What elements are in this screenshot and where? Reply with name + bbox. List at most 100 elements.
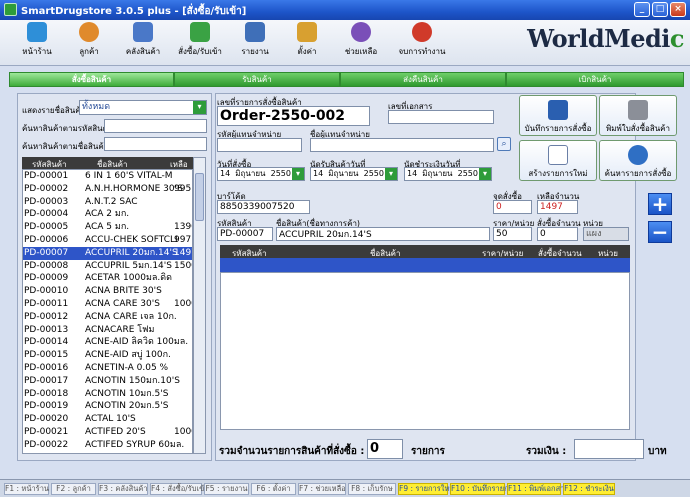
list-item-code: PD-00018 <box>24 388 69 399</box>
tab-return[interactable]: ส่งคืนสินค้า <box>340 72 506 87</box>
exit-icon <box>412 22 432 42</box>
toolbar-reports-button[interactable]: รายงาน <box>232 22 278 62</box>
list-item-code: PD-00003 <box>24 196 69 207</box>
list-item[interactable]: PD-00015 ACNE-AID สบู่ 100ก. <box>23 349 192 362</box>
pay-date-picker[interactable]: 14 มิถุนายน 2550 ▾ <box>404 167 492 181</box>
price-input[interactable] <box>493 227 532 241</box>
toolbar-inventory-button[interactable]: คลังสินค้า <box>118 22 168 62</box>
close-button[interactable]: × <box>670 2 686 17</box>
tab-receive[interactable]: รับสินค้า <box>174 72 340 87</box>
product-list-scrollbar[interactable] <box>193 157 206 454</box>
list-item[interactable]: PD-00006 ACCU-CHEK SOFTCLI 997 <box>23 234 192 247</box>
list-item[interactable]: PD-00022 ACTIFED SYRUP 60มล. <box>23 439 192 452</box>
function-key-f5[interactable]: F5 : รายงาน <box>204 483 249 495</box>
toolbar-help-button[interactable]: ช่วยเหลือ <box>336 22 386 62</box>
list-item[interactable]: PD-00001 6 IN 1 60'S VITAL-M <box>23 170 192 183</box>
list-item[interactable]: PD-00014 ACNE-AID ลิควิด 100มล. <box>23 336 192 349</box>
total-money-label: รวมเงิน : <box>526 446 567 457</box>
title-bar: SmartDrugstore 3.0.5 plus - [สั่งซื้อ/รั… <box>0 0 690 20</box>
order-no-field[interactable]: Order-2550-002 <box>217 106 370 126</box>
save-order-button[interactable]: บันทึกรายการสั่งซื้อ <box>519 95 597 136</box>
list-item-name: ACNOTIN 10มก.5'S <box>85 388 169 399</box>
list-item[interactable]: PD-00010 ACNA BRITE 30'S <box>23 285 192 298</box>
toolbar-purchase-button[interactable]: สั่งซื้อ/รับเข้า <box>172 22 228 62</box>
list-item-code: PD-00013 <box>24 324 69 335</box>
function-key-f8[interactable]: F8 : เก็บรักษ <box>348 483 396 495</box>
order-grid-body[interactable] <box>220 272 630 430</box>
list-item-name: ACNA CARE เจล 10ก. <box>85 311 177 322</box>
calendar-dropdown-icon[interactable]: ▾ <box>385 168 397 180</box>
function-key-f7[interactable]: F7 : ช่วยเหลือ <box>298 483 346 495</box>
search-order-button[interactable]: ค้นหารายการสั่งซื้อ <box>599 140 677 181</box>
function-key-f10[interactable]: F10 : บันทึกรายการ <box>450 483 517 495</box>
list-item[interactable]: PD-00019 ACNOTIN 20มก.5'S <box>23 400 192 413</box>
new-order-button[interactable]: สร้างรายการใหม่ <box>519 140 597 181</box>
toolbar-settings-button[interactable]: ตั้งค่า <box>284 22 330 62</box>
chevron-down-icon[interactable]: ▾ <box>193 101 206 114</box>
code-input[interactable] <box>217 227 273 241</box>
list-item[interactable]: PD-00011 ACNA CARE 30'S 1000 <box>23 298 192 311</box>
list-item[interactable]: PD-00016 ACNETIN-A 0.05 % <box>23 362 192 375</box>
maximize-button[interactable]: □ <box>652 2 668 17</box>
list-item[interactable]: PD-00017 ACNOTIN 150มก.10'S <box>23 375 192 388</box>
minus-icon: − <box>651 220 669 244</box>
total-items-label: รวมจำนวนรายการสินค้าที่สั่งซื้อ : <box>219 446 365 457</box>
scroll-thumb[interactable] <box>195 173 204 221</box>
qty-input[interactable] <box>537 227 578 241</box>
toolbar-customers-button[interactable]: ลูกค้า <box>66 22 112 62</box>
list-item-code: PD-00020 <box>24 414 69 425</box>
function-key-f12[interactable]: F12 : ชำระเงิน <box>563 483 615 495</box>
receive-date-picker[interactable]: 14 มิถุนายน 2550 ▾ <box>310 167 398 181</box>
tab-purchase-order[interactable]: สั่งซื้อสินค้า <box>9 72 174 87</box>
agent-code-input[interactable] <box>217 138 302 152</box>
list-item-qty: 1500 <box>174 260 192 271</box>
app-icon <box>4 3 17 16</box>
function-key-f2[interactable]: F2 : ลูกค้า <box>51 483 96 495</box>
total-money-field <box>574 439 644 459</box>
toolbar-exit-button[interactable]: จบการทำงาน <box>394 22 450 62</box>
barcode-input[interactable] <box>217 200 310 214</box>
calendar-dropdown-icon[interactable]: ▾ <box>292 168 304 180</box>
list-item[interactable]: PD-00018 ACNOTIN 10มก.5'S <box>23 388 192 401</box>
product-list[interactable]: PD-00001 6 IN 1 60'S VITAL-M PD-00002 A.N.H… <box>22 169 193 454</box>
search-icon: ⌕ <box>501 139 507 149</box>
minimize-button[interactable]: _ <box>634 2 650 17</box>
calendar-dropdown-icon[interactable]: ▾ <box>479 168 491 180</box>
list-item[interactable]: PD-00005 ACA 5 มก. 1396 <box>23 221 192 234</box>
reorder-field: 0 <box>493 200 532 214</box>
function-key-f9[interactable]: F9 : รายการใหม่ <box>398 483 454 495</box>
function-key-f1[interactable]: F1 : หน้าร้าน <box>4 483 49 495</box>
window-title: SmartDrugstore 3.0.5 plus - [สั่งซื้อ/รั… <box>21 6 247 17</box>
list-item[interactable]: PD-00020 ACTAL 10'S <box>23 413 192 426</box>
function-key-f6[interactable]: F6 : ตั้งค่า <box>251 483 296 495</box>
add-item-button[interactable]: + <box>648 193 672 215</box>
help-icon <box>351 22 371 42</box>
list-item[interactable]: PD-00021 ACTIFED 20'S 1000 <box>23 426 192 439</box>
list-item[interactable]: PD-00007 ACCUPRIL 20มก.14'S1497 <box>23 246 192 260</box>
function-key-f11[interactable]: F11 : พิมพ์เอกสาร <box>507 483 568 495</box>
category-select[interactable]: ทั้งหมด ▾ <box>79 100 207 115</box>
list-item[interactable]: PD-00003 A.N.T.2 SAC <box>23 196 192 209</box>
order-grid-selected-row[interactable] <box>220 258 630 272</box>
list-item[interactable]: PD-00009 ACETAR 1000มล.ดิด <box>23 272 192 285</box>
list-item[interactable]: PD-00002 A.N.H.HORMONE 30'S 995 <box>23 183 192 196</box>
print-order-button[interactable]: พิมพ์ใบสั่งซื้อสินค้า <box>599 95 677 136</box>
search-code-input[interactable] <box>104 119 207 133</box>
list-item[interactable]: PD-00012 ACNA CARE เจล 10ก. <box>23 311 192 324</box>
doc-no-input[interactable] <box>388 110 494 124</box>
list-item[interactable]: PD-00013 ACNACARE โฟม <box>23 324 192 337</box>
list-item[interactable]: PD-00004 ACA 2 มก. <box>23 208 192 221</box>
agent-search-button[interactable]: ⌕ <box>497 137 511 151</box>
list-item-name: ACCUPRIL 20มก.14'S <box>85 247 178 258</box>
printer-icon <box>628 100 648 120</box>
order-date-picker[interactable]: 14 มิถุนายน 2550 ▾ <box>217 167 305 181</box>
function-key-f3[interactable]: F3 : คลังสินค้า <box>98 483 148 495</box>
tab-withdraw[interactable]: เบิกสินค้า <box>506 72 684 87</box>
search-name-input[interactable] <box>104 137 207 151</box>
name-input[interactable] <box>276 227 490 241</box>
function-key-f4[interactable]: F4 : สั่งซื้อ/รับเข้า <box>150 483 208 495</box>
list-item[interactable]: PD-00008 ACCUPRIL 5มก.14'S1500 <box>23 260 192 273</box>
toolbar-storefront-button[interactable]: หน้าร้าน <box>14 22 60 62</box>
remove-item-button[interactable]: − <box>648 221 672 243</box>
agent-name-input[interactable] <box>310 138 494 152</box>
